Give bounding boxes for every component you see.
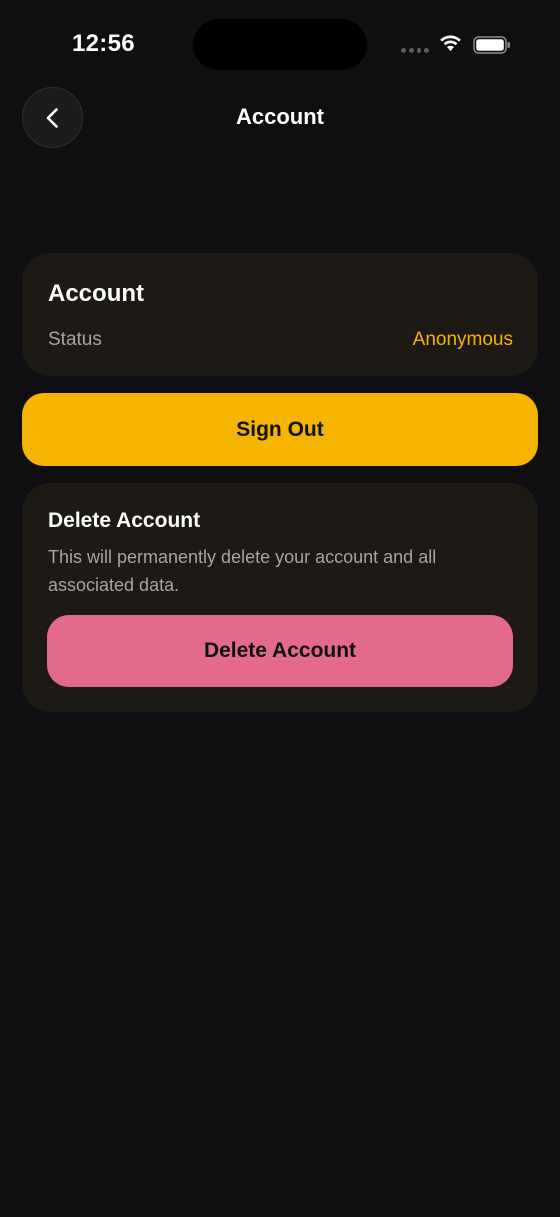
account-screen: 12:56 Account Account Status Anonymous S…: [0, 0, 560, 1217]
page-title: Account: [236, 104, 324, 129]
account-card: Account Status Anonymous: [22, 253, 538, 376]
delete-account-title: Delete Account: [48, 509, 201, 532]
status-bar: 12:56: [0, 0, 560, 90]
dynamic-island: [193, 19, 367, 70]
status-label: Status: [48, 329, 102, 350]
signal-dots-icon: [401, 48, 429, 54]
wifi-icon: [440, 35, 461, 51]
delete-account-card: Delete Account This will permanently del…: [22, 483, 538, 712]
delete-account-description: This will permanently delete your accoun…: [48, 547, 437, 595]
delete-account-button[interactable]: Delete Account: [47, 615, 513, 687]
battery-icon: [473, 36, 510, 54]
status-time: 12:56: [72, 30, 135, 57]
status-value: Anonymous: [412, 329, 513, 350]
account-card-title: Account: [48, 280, 144, 307]
sign-out-button[interactable]: Sign Out: [22, 393, 538, 466]
